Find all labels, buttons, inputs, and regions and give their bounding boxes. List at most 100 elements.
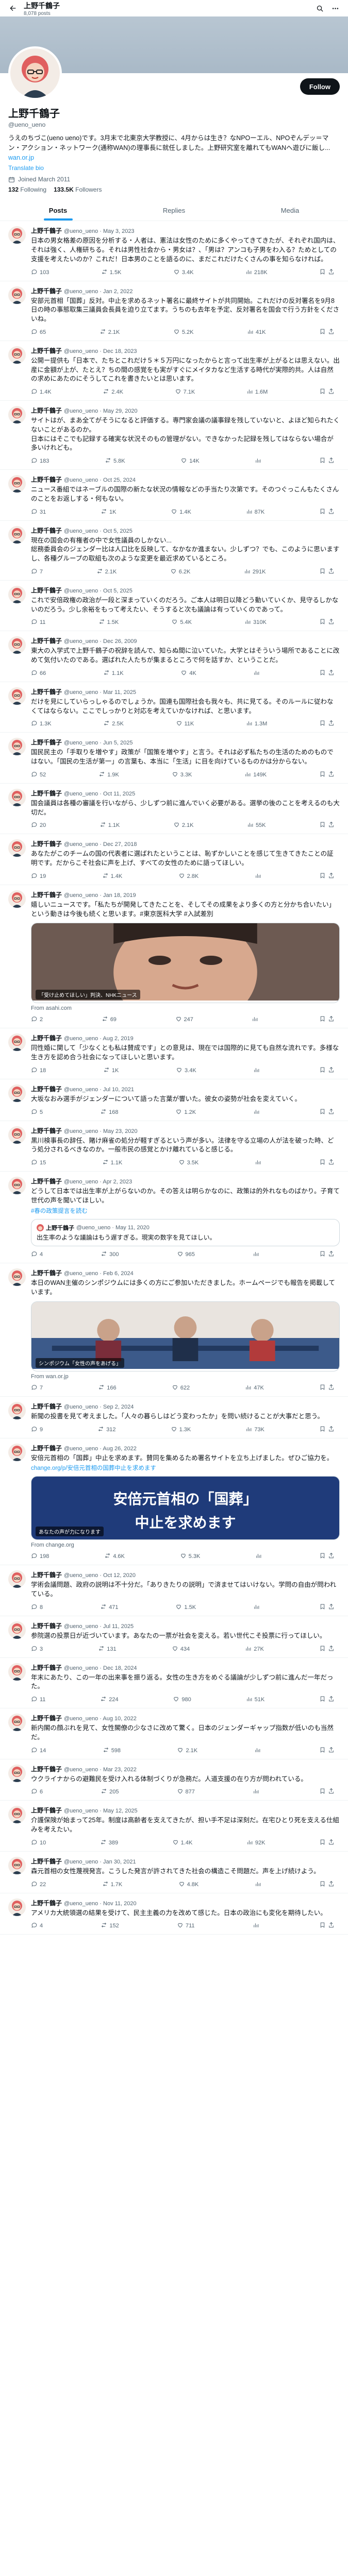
views-button[interactable] xyxy=(253,669,262,677)
reply-button[interactable]: 198 xyxy=(31,1552,49,1561)
views-button[interactable] xyxy=(254,1747,263,1755)
views-button[interactable]: 27K xyxy=(245,1645,264,1653)
avatar[interactable] xyxy=(8,585,26,603)
tweet-author-name[interactable]: 上野千鶴子 xyxy=(31,1126,62,1135)
tweet-meta[interactable]: @ueno_ueno · Sep 2, 2024 xyxy=(64,1404,134,1410)
like-button[interactable]: 1.2K xyxy=(175,1108,196,1116)
follow-button[interactable]: Follow xyxy=(300,78,340,95)
repost-button[interactable]: 1.9K xyxy=(98,771,119,779)
repost-button[interactable]: 312 xyxy=(97,1426,116,1434)
tweet-link[interactable]: #春の政策提言を読む xyxy=(31,1207,340,1215)
tweet-media[interactable]: 「受け止めてほしい」判決、NHKニュース xyxy=(31,923,340,1004)
share-icon[interactable] xyxy=(328,508,335,516)
repost-button[interactable]: 4.6K xyxy=(104,1552,125,1561)
avatar[interactable] xyxy=(8,1898,26,1916)
avatar[interactable] xyxy=(8,526,26,544)
share-icon[interactable] xyxy=(328,1922,335,1930)
bookmark-icon[interactable] xyxy=(319,1839,326,1847)
tweet[interactable]: 上野千鶴子 @ueno_ueno · Mar 11, 2025 だけを見にしていらっ… xyxy=(0,682,348,733)
tweet-meta[interactable]: @ueno_ueno · Jul 11, 2025 xyxy=(64,1623,134,1630)
avatar[interactable] xyxy=(8,1268,26,1286)
bookmark-icon[interactable] xyxy=(319,508,326,516)
avatar[interactable] xyxy=(8,1856,26,1874)
back-arrow-icon[interactable] xyxy=(7,3,19,14)
repost-button[interactable]: 1.1K xyxy=(103,669,124,677)
bookmark-icon[interactable] xyxy=(319,1922,326,1930)
views-button[interactable] xyxy=(255,872,263,880)
reply-button[interactable]: 1.3K xyxy=(31,720,52,728)
tweet-author-name[interactable]: 上野千鶴子 xyxy=(31,890,62,899)
avatar[interactable] xyxy=(8,1570,26,1588)
tweet[interactable]: 上野千鶴子 @ueno_ueno · May 12, 2025 介護保険が始まって2… xyxy=(0,1801,348,1852)
like-button[interactable]: 247 xyxy=(175,1015,193,1024)
views-button[interactable]: 291K xyxy=(244,568,266,576)
reply-button[interactable]: 11 xyxy=(31,618,45,626)
share-icon[interactable] xyxy=(328,1696,335,1704)
views-button[interactable]: 41K xyxy=(247,328,266,336)
share-icon[interactable] xyxy=(328,1108,335,1116)
like-button[interactable]: 2.1K xyxy=(173,821,193,829)
tweet-author-name[interactable]: 上野千鶴子 xyxy=(31,1033,62,1042)
share-icon[interactable] xyxy=(328,872,335,880)
views-button[interactable]: 92K xyxy=(246,1839,265,1847)
tweet[interactable]: 上野千鶴子 @ueno_ueno · May 29, 2020 サイトはが、まあ全て… xyxy=(0,401,348,470)
like-button[interactable]: 4.8K xyxy=(178,1880,198,1889)
reply-button[interactable]: 7 xyxy=(31,568,43,576)
repost-button[interactable]: 224 xyxy=(100,1696,119,1704)
tweet-meta[interactable]: @ueno_ueno · Dec 26, 2009 xyxy=(64,638,137,645)
bookmark-icon[interactable] xyxy=(319,1788,326,1796)
like-button[interactable]: 877 xyxy=(177,1788,195,1796)
tweet-meta[interactable]: @ueno_ueno · Oct 5, 2025 xyxy=(64,528,132,534)
tweet-author-name[interactable]: 上野千鶴子 xyxy=(31,789,62,798)
views-button[interactable]: 1.3M xyxy=(246,720,267,728)
more-icon[interactable] xyxy=(329,3,341,14)
repost-button[interactable]: 1.1K xyxy=(100,821,120,829)
repost-button[interactable]: 1K xyxy=(103,1066,119,1075)
tab-media[interactable]: Media xyxy=(232,200,348,221)
tweet-meta[interactable]: @ueno_ueno · Nov 11, 2020 xyxy=(64,1901,137,1907)
like-button[interactable]: 622 xyxy=(172,1384,190,1392)
reply-button[interactable]: 103 xyxy=(31,268,49,277)
reply-button[interactable]: 7 xyxy=(31,1384,43,1392)
views-button[interactable] xyxy=(253,1108,262,1116)
views-button[interactable] xyxy=(255,1552,264,1561)
tweet[interactable]: 上野千鶴子 @ueno_ueno · Apr 2, 2023 どうして日本では出生率… xyxy=(0,1172,348,1264)
avatar[interactable] xyxy=(8,788,26,806)
tweet-meta[interactable]: @ueno_ueno · Dec 18, 2023 xyxy=(64,348,137,354)
share-icon[interactable] xyxy=(328,1645,335,1653)
tweet-author-name[interactable]: 上野千鶴子 xyxy=(31,1714,62,1722)
reply-button[interactable]: 4 xyxy=(31,1922,43,1930)
tweet-link[interactable]: change.org/p/安倍元首相の国葬中止を求めます xyxy=(31,1464,340,1472)
views-button[interactable]: 149K xyxy=(244,771,267,779)
tweet-author-name[interactable]: 上野千鶴子 xyxy=(31,1084,62,1093)
tweet-meta[interactable]: @ueno_ueno · Feb 6, 2024 xyxy=(64,1270,134,1277)
reply-button[interactable]: 3 xyxy=(31,1645,43,1653)
reply-button[interactable]: 31 xyxy=(31,508,46,516)
share-icon[interactable] xyxy=(328,1015,335,1024)
reply-button[interactable]: 9 xyxy=(31,1426,43,1434)
avatar[interactable] xyxy=(8,1443,26,1461)
tweet[interactable]: 上野千鶴子 @ueno_ueno · Jan 18, 2019 嬉しいニュースです。… xyxy=(0,885,348,1029)
tweet-author-name[interactable]: 上野千鶴子 xyxy=(31,1621,62,1630)
tweet-meta[interactable]: @ueno_ueno · Mar 23, 2022 xyxy=(64,1767,137,1773)
bookmark-icon[interactable] xyxy=(319,872,326,880)
views-button[interactable]: 1.6M xyxy=(246,388,268,396)
repost-button[interactable]: 2.1K xyxy=(100,328,120,336)
tweet-author-name[interactable]: 上野千鶴子 xyxy=(31,1444,62,1452)
tweet-author-name[interactable]: 上野千鶴子 xyxy=(31,406,62,415)
bookmark-icon[interactable] xyxy=(319,1696,326,1704)
tweet-author-name[interactable]: 上野千鶴子 xyxy=(31,286,62,295)
bookmark-icon[interactable] xyxy=(319,1015,326,1024)
like-button[interactable]: 980 xyxy=(173,1696,191,1704)
repost-button[interactable]: 1.5K xyxy=(101,268,121,277)
bookmark-icon[interactable] xyxy=(319,1159,326,1167)
views-button[interactable] xyxy=(255,1880,263,1889)
bookmark-icon[interactable] xyxy=(319,1384,326,1392)
tweet-author-name[interactable]: 上野千鶴子 xyxy=(31,1806,62,1815)
tweet-author-name[interactable]: 上野千鶴子 xyxy=(31,1268,62,1277)
views-button[interactable]: 55K xyxy=(247,821,266,829)
repost-button[interactable]: 2.4K xyxy=(103,388,123,396)
reply-button[interactable]: 52 xyxy=(31,771,46,779)
tweet-meta[interactable]: @ueno_ueno · Dec 27, 2018 xyxy=(64,841,137,848)
tweet-meta[interactable]: @ueno_ueno · Apr 2, 2023 xyxy=(64,1179,132,1185)
